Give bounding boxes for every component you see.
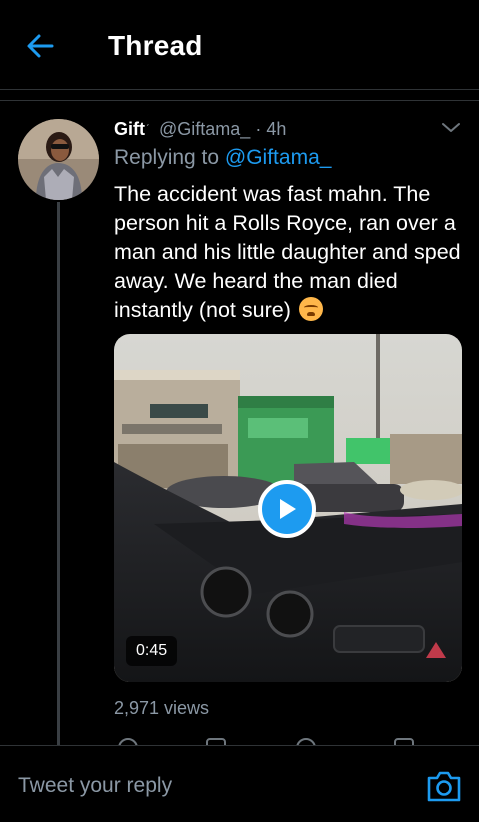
video-duration: 0:45 (126, 636, 178, 666)
camera-button[interactable] (426, 769, 462, 803)
hot-face-emoji (298, 297, 323, 321)
reply-composer: Tweet your reply (0, 745, 479, 822)
tweet-meta: Gift́@Giftama_ · 4h (114, 119, 286, 140)
display-name[interactable]: Gift (114, 119, 145, 139)
avatar[interactable] (18, 119, 99, 200)
arrow-left-icon (27, 34, 54, 58)
reply-input[interactable]: Tweet your reply (18, 774, 172, 798)
view-count: 2,971 views (114, 698, 210, 718)
user-handle[interactable]: @Giftama_ (159, 119, 250, 139)
replying-to: Replying to @Giftama_ (114, 146, 331, 170)
top-app-bar: Thread (0, 0, 479, 90)
page-title: Thread (108, 30, 203, 61)
timestamp[interactable]: 4h (266, 119, 286, 139)
replying-prefix: Replying to (114, 146, 220, 169)
separator-dot: · (255, 119, 262, 139)
play-icon (280, 499, 296, 519)
video-player[interactable]: 0:45 (114, 334, 462, 682)
tweet-text: The accident was fast mahn. The person h… (114, 180, 466, 325)
tweet-body: The accident was fast mahn. The person h… (114, 182, 461, 322)
chevron-down-icon[interactable] (440, 118, 462, 138)
mention-link[interactable]: @Giftama_ (225, 146, 332, 169)
divider (0, 100, 479, 101)
play-button[interactable] (258, 480, 316, 538)
thread-line (57, 202, 60, 747)
back-button[interactable] (22, 30, 58, 62)
camera-icon (427, 771, 461, 802)
